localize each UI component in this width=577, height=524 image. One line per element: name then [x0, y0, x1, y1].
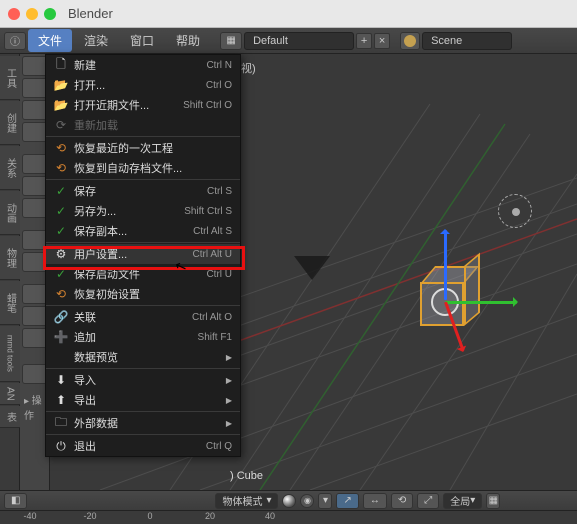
- manipulator-rotate[interactable]: ⟲: [391, 493, 413, 509]
- chevron-right-icon: ▶: [226, 353, 232, 362]
- export-icon: ⬆: [54, 393, 68, 407]
- menu-help[interactable]: 帮助: [166, 29, 210, 52]
- file-icon: 🗋: [54, 58, 68, 72]
- camera-object[interactable]: [294, 256, 330, 280]
- menu-save-startup[interactable]: ✓保存启动文件Ctrl U: [46, 264, 240, 284]
- manipulator-translate[interactable]: ↔: [363, 493, 387, 509]
- quit-icon: ⏻: [54, 439, 68, 453]
- append-icon: ➕: [54, 330, 68, 344]
- window-titlebar: Blender: [0, 0, 577, 28]
- tab-create[interactable]: 创建: [0, 101, 20, 145]
- layout-browse-icon[interactable]: ▦: [220, 32, 242, 50]
- close-window[interactable]: [8, 8, 20, 20]
- lamp-object[interactable]: [498, 194, 532, 228]
- chevron-right-icon: ▶: [226, 396, 232, 405]
- menu-file[interactable]: 文件: [28, 29, 72, 52]
- zoom-window[interactable]: [44, 8, 56, 20]
- info-editor-icon[interactable]: ⓘ: [4, 32, 26, 50]
- menu-open[interactable]: 📂打开...Ctrl O: [46, 75, 240, 95]
- menu-recover-last[interactable]: ⟲恢复最近的一次工程: [46, 138, 240, 158]
- external-icon: 🗀: [54, 416, 68, 430]
- tab-an[interactable]: AN: [0, 383, 20, 405]
- folder-icon: 📂: [54, 78, 68, 92]
- menu-window[interactable]: 窗口: [120, 29, 164, 52]
- x-axis-handle[interactable]: [445, 301, 517, 304]
- menu-save-copy[interactable]: ✓保存副本...Ctrl Alt S: [46, 221, 240, 241]
- manipulator-toggle[interactable]: ↗: [336, 493, 358, 509]
- tool-tabs: 工具 创建 关系 动画 物理 蜡笔 mmd tools AN 表: [0, 54, 20, 490]
- check-icon: ✓: [54, 204, 68, 218]
- app-title: Blender: [68, 6, 113, 21]
- recover-icon: ⟲: [54, 141, 68, 155]
- menu-reload: ⟳重新加载: [46, 115, 240, 135]
- scene-browse-icon[interactable]: [400, 32, 420, 50]
- menu-save-as[interactable]: ✓另存为...Shift Ctrl S: [46, 201, 240, 221]
- active-object-label: ) Cube: [230, 470, 263, 482]
- mode-selector[interactable]: 物体模式 ▾: [215, 493, 278, 509]
- tab-relations[interactable]: 关系: [0, 146, 20, 190]
- menu-recover-auto[interactable]: ⟲恢复到自动存档文件...: [46, 158, 240, 178]
- menu-quit[interactable]: ⏻退出Ctrl Q: [46, 436, 240, 456]
- tab-mmd[interactable]: mmd tools: [0, 326, 20, 382]
- pivot-selector[interactable]: ◉: [300, 494, 314, 508]
- editor-type-icon[interactable]: ◧: [4, 493, 27, 509]
- menu-external-data[interactable]: 🗀外部数据▶: [46, 413, 240, 433]
- menu-render[interactable]: 渲染: [74, 29, 118, 52]
- layout-add[interactable]: +: [356, 33, 372, 49]
- tab-physics[interactable]: 物理: [0, 236, 20, 280]
- globe-icon: [404, 35, 416, 47]
- tab-tools[interactable]: 工具: [0, 56, 20, 100]
- shading-selector[interactable]: [282, 494, 296, 508]
- tab-table[interactable]: 表: [0, 406, 20, 428]
- menu-import[interactable]: ⬇导入▶: [46, 370, 240, 390]
- chevron-right-icon: ▶: [226, 419, 232, 428]
- menu-new[interactable]: 🗋新建Ctrl N: [46, 55, 240, 75]
- prefs-icon: ⚙: [54, 247, 68, 261]
- scene-selector[interactable]: Scene: [422, 32, 512, 50]
- folder-icon: 📂: [54, 98, 68, 112]
- menu-save[interactable]: ✓保存Ctrl S: [46, 181, 240, 201]
- recover-icon: ⟲: [54, 161, 68, 175]
- menu-restore-factory[interactable]: ⟲恢复初始设置: [46, 284, 240, 304]
- tab-grease[interactable]: 蜡笔: [0, 281, 20, 325]
- tab-animation[interactable]: 动画: [0, 191, 20, 235]
- file-menu-dropdown: 🗋新建Ctrl N 📂打开...Ctrl O 📂打开近期文件...Shift C…: [45, 54, 241, 457]
- menu-data-preview[interactable]: 数据预览▶: [46, 347, 240, 367]
- orientation-selector[interactable]: 全局 ▾: [443, 493, 482, 509]
- check-icon: ✓: [54, 267, 68, 281]
- check-icon: ✓: [54, 224, 68, 238]
- menu-append[interactable]: ➕追加Shift F1: [46, 327, 240, 347]
- menu-export[interactable]: ⬆导出▶: [46, 390, 240, 410]
- z-axis-handle[interactable]: [444, 230, 447, 300]
- check-icon: ✓: [54, 184, 68, 198]
- layout-remove[interactable]: ×: [374, 33, 390, 49]
- viewport-option[interactable]: ▾: [318, 493, 332, 509]
- viewport-header: ◧ 物体模式 ▾ ◉ ▾ ↗ ↔ ⟲ ⤢ 全局 ▾ ▦: [0, 490, 577, 510]
- minimize-window[interactable]: [26, 8, 38, 20]
- link-icon: 🔗: [54, 310, 68, 324]
- timeline-ruler[interactable]: -40 -20 0 20 40: [0, 510, 577, 524]
- menu-user-prefs[interactable]: ⚙用户设置...Ctrl Alt U: [46, 244, 240, 264]
- chevron-right-icon: ▶: [226, 376, 232, 385]
- top-menu-bar: ⓘ 文件 渲染 窗口 帮助 ▦ Default + × Scene: [0, 28, 577, 54]
- menu-link[interactable]: 🔗关联Ctrl Alt O: [46, 307, 240, 327]
- recover-icon: ⟲: [54, 287, 68, 301]
- layers-button[interactable]: ▦: [486, 493, 500, 509]
- menu-open-recent[interactable]: 📂打开近期文件...Shift Ctrl O: [46, 95, 240, 115]
- manipulator-scale[interactable]: ⤢: [417, 493, 439, 509]
- refresh-icon: ⟳: [54, 118, 68, 132]
- import-icon: ⬇: [54, 373, 68, 387]
- layout-selector[interactable]: Default: [244, 32, 354, 50]
